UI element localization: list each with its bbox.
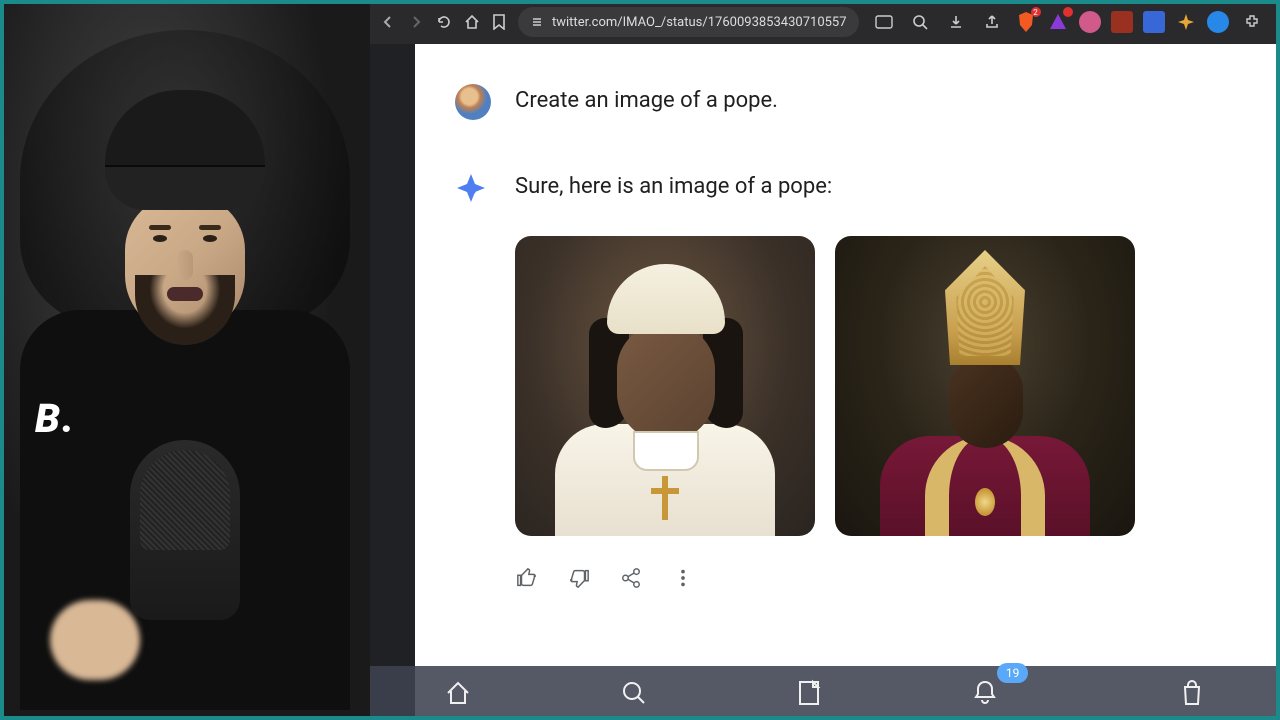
share-button[interactable] [619, 566, 643, 590]
search-icon[interactable] [907, 9, 933, 35]
overlay-bell-icon[interactable] [967, 675, 1003, 711]
site-settings-icon [530, 15, 544, 29]
overlay-bag-icon[interactable] [1174, 675, 1210, 711]
microphone [130, 440, 240, 620]
address-bar[interactable]: twitter.com/IMAO_/status/176009385343071… [518, 7, 859, 37]
ai-message: Sure, here is an image of a pope: [455, 170, 1220, 206]
home-button[interactable] [464, 9, 480, 35]
share-icon[interactable] [979, 9, 1005, 35]
generated-image-2[interactable] [835, 236, 1135, 536]
generated-image-1[interactable] [515, 236, 815, 536]
extensions-menu-icon[interactable] [1239, 9, 1265, 35]
forward-button[interactable] [408, 9, 424, 35]
chair-brand-text: B. [35, 395, 76, 442]
back-button[interactable] [380, 9, 396, 35]
overlay-notification-badge: 19 [997, 663, 1029, 683]
extension-circle-icon[interactable] [1207, 11, 1229, 33]
user-message: Create an image of a pope. [455, 84, 1220, 120]
brave-badge: 2 [1031, 7, 1041, 17]
browser-window: twitter.com/IMAO_/status/176009385343071… [370, 0, 1280, 720]
extension-triangle-icon[interactable] [1047, 11, 1069, 33]
reload-button[interactable] [436, 9, 452, 35]
ai-avatar [455, 170, 491, 206]
download-icon[interactable] [943, 9, 969, 35]
bottom-overlay-bar: 19 [370, 666, 1280, 720]
extension-sparkle-icon[interactable] [1175, 11, 1197, 33]
thumbs-down-button[interactable] [567, 566, 591, 590]
thumbs-up-button[interactable] [515, 566, 539, 590]
more-options-button[interactable] [671, 566, 695, 590]
sparkle-icon [457, 172, 489, 204]
browser-toolbar: twitter.com/IMAO_/status/176009385343071… [370, 0, 1280, 44]
ai-response-text: Sure, here is an image of a pope: [515, 170, 832, 199]
extension-swirl-icon[interactable] [1079, 11, 1101, 33]
generated-images-row [515, 236, 1220, 536]
overlay-note-icon[interactable] [791, 675, 827, 711]
page-content: Create an image of a pope. Sure, here is… [415, 44, 1280, 720]
user-prompt-text: Create an image of a pope. [515, 84, 778, 113]
media-icon[interactable] [1275, 9, 1280, 35]
url-text: twitter.com/IMAO_/status/176009385343071… [552, 15, 847, 30]
webcam-panel: B. [0, 0, 370, 720]
bookmark-button[interactable] [492, 9, 506, 35]
overlay-home-icon[interactable] [440, 675, 476, 711]
response-actions [515, 566, 1220, 590]
user-avatar [455, 84, 491, 120]
overlay-search-icon[interactable] [616, 675, 652, 711]
reader-mode-icon[interactable] [871, 9, 897, 35]
extension-blue-icon[interactable] [1143, 11, 1165, 33]
extension-badge [1063, 7, 1073, 17]
extension-cube-icon[interactable] [1111, 11, 1133, 33]
brave-shield-icon[interactable]: 2 [1015, 11, 1037, 33]
